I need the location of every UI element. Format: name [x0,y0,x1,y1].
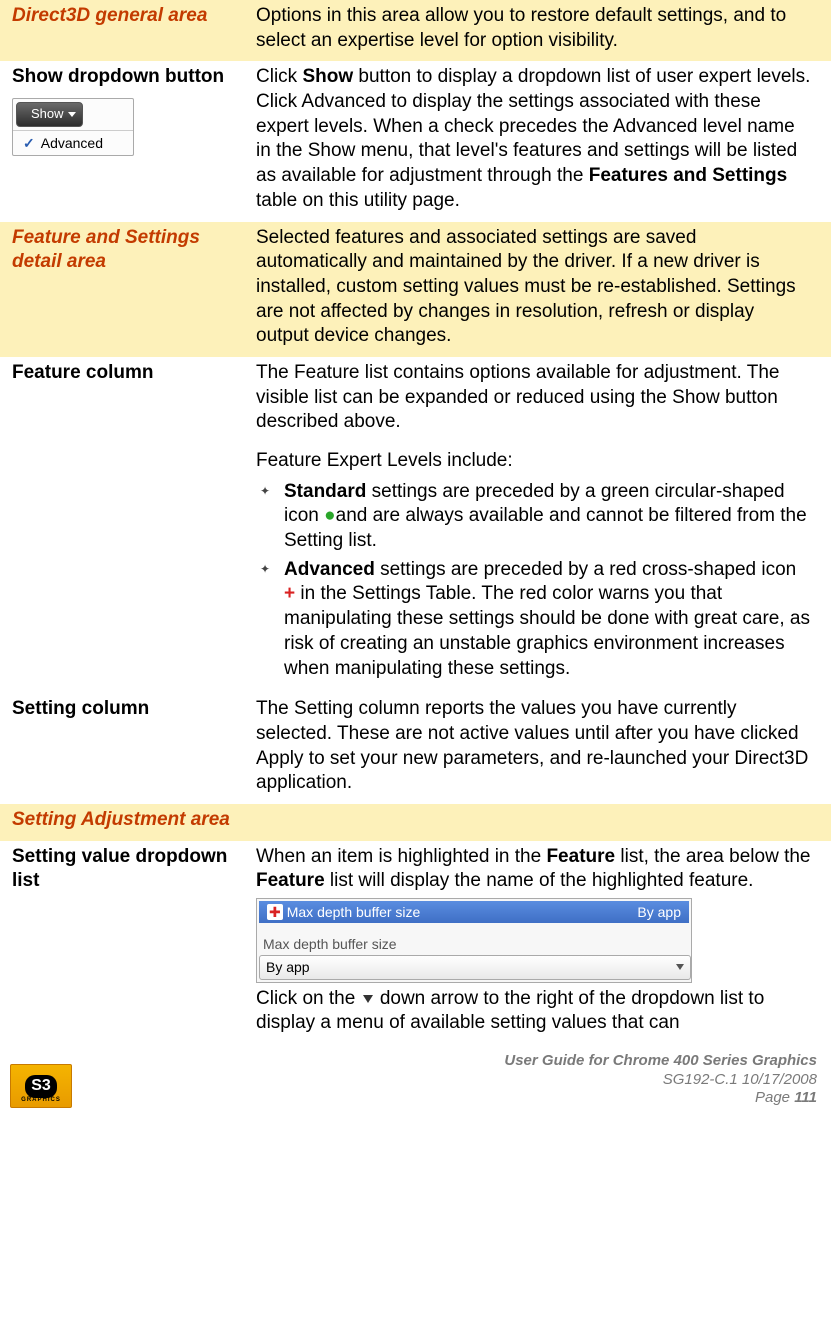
chevron-down-icon [676,964,684,970]
feature-selection-box: ✚Max depth buffer size By app Max depth … [256,898,692,983]
section-title-setting-adjustment: Setting Adjustment area [12,809,230,830]
bullet-standard: Standard settings are preceded by a gree… [280,480,811,554]
footer-doc-id: SG192-C.1 10/17/2008 [72,1071,817,1090]
section-desc-feature-settings: Selected features and associated setting… [250,222,831,357]
feature-sub-label: Max depth buffer size [263,935,689,953]
row-desc-show-dropdown: Click Show button to display a dropdown … [250,61,831,221]
red-plus-icon: ✚ [267,904,283,920]
row-desc-feature-column: The Feature list contains options availa… [250,357,831,693]
feature-selected-value: By app [637,903,681,921]
setting-value-dropdown[interactable]: By app [259,955,691,979]
bullet-advanced: Advanced settings are preceded by a red … [280,558,811,681]
row-title-setting-value-dd: Setting value dropdown list [12,845,244,894]
row-desc-setting-column: The Setting column reports the values yo… [250,693,831,804]
row-title-setting-column: Setting column [12,697,244,722]
row-title-feature-column: Feature column [12,361,244,386]
feature-selected-name: Max depth buffer size [287,904,421,920]
section-title-direct3d: Direct3D general area [12,5,207,26]
show-button[interactable]: Show [16,102,83,127]
row-desc-setting-value-dd: When an item is highlighted in the Featu… [250,841,831,1044]
feature-selected-row[interactable]: ✚Max depth buffer size By app [259,901,689,923]
page-footer: S3 User Guide for Chrome 400 Series Grap… [0,1044,831,1116]
red-plus-icon: + [284,583,295,604]
content-table: Direct3D general area Options in this ar… [0,0,831,1044]
show-menu-item-advanced[interactable]: ✓ Advanced [13,130,133,155]
row-title-show-dropdown: Show dropdown button [12,65,244,90]
green-circle-icon: ● [324,505,335,526]
footer-guide-title: User Guide for Chrome 400 Series Graphic… [72,1052,817,1071]
footer-page: Page 111 [72,1089,817,1108]
show-dropdown-widget: Show ✓ Advanced [12,98,134,156]
check-icon: ✓ [23,135,35,151]
triangle-down-icon [363,995,373,1003]
section-title-feature-settings: Feature and Settings detail area [12,227,200,273]
show-menu-item-label: Advanced [41,135,103,151]
dropdown-value: By app [266,958,310,976]
section-desc-direct3d: Options in this area allow you to restor… [250,0,831,61]
s3-logo: S3 [10,1064,72,1108]
